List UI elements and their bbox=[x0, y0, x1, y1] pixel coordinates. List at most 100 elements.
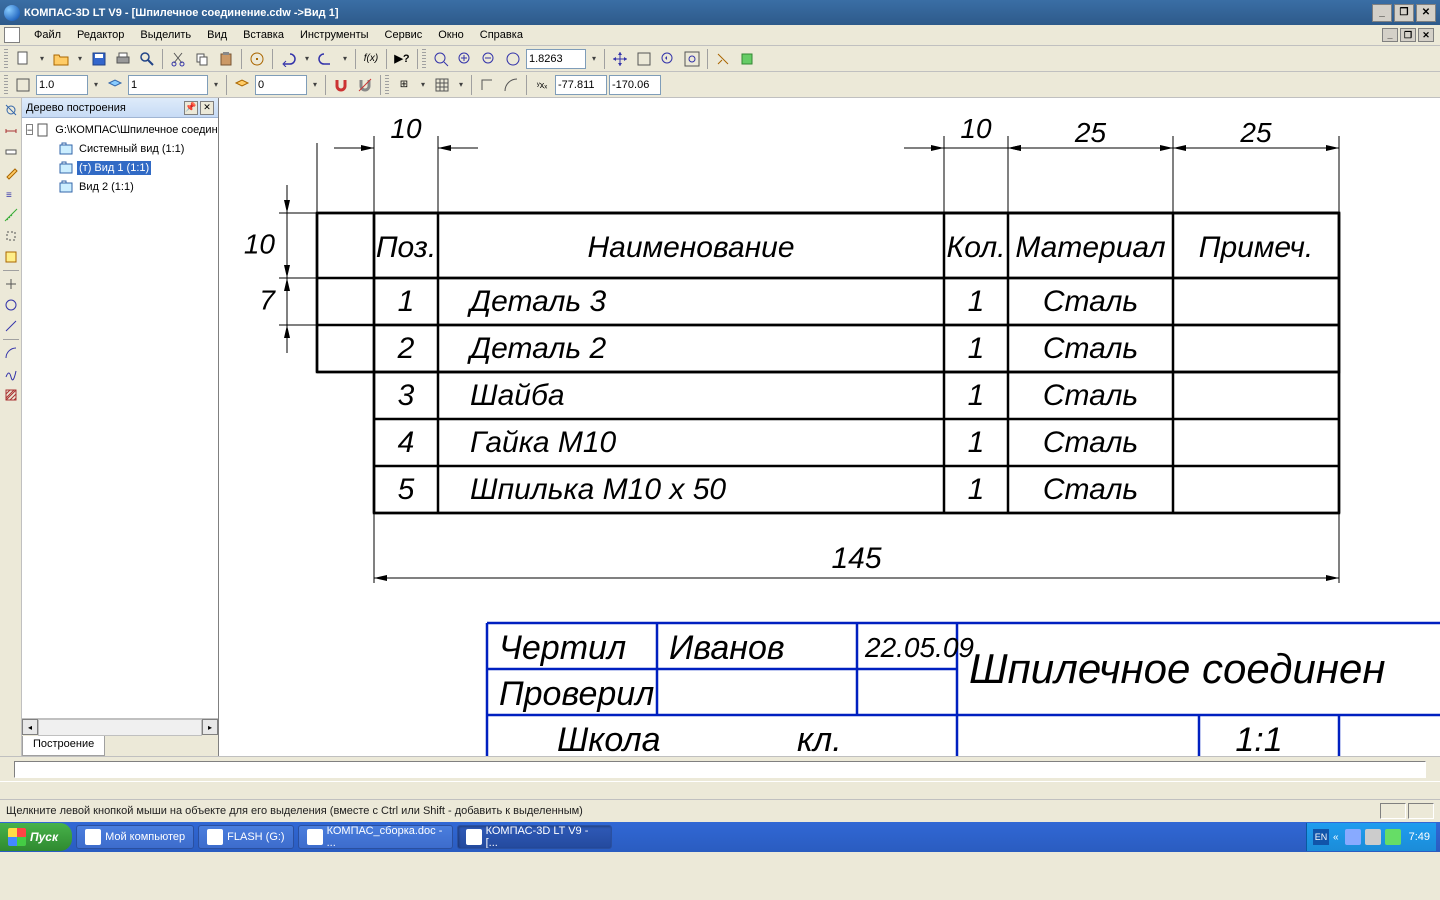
point-tool-icon[interactable] bbox=[1, 274, 21, 294]
doc-minimize-button[interactable]: _ bbox=[1382, 28, 1398, 42]
view-input[interactable] bbox=[128, 75, 208, 95]
menu-window[interactable]: Окно bbox=[430, 27, 472, 43]
scroll-right-button[interactable]: ▸ bbox=[202, 719, 218, 735]
restore-button[interactable]: ❐ bbox=[1394, 4, 1414, 22]
doc-restore-button[interactable]: ❐ bbox=[1400, 28, 1416, 42]
hatch-tool-icon[interactable] bbox=[1, 385, 21, 405]
doc-close-button[interactable]: ✕ bbox=[1418, 28, 1434, 42]
tree-tab-build[interactable]: Построение bbox=[22, 736, 105, 756]
circle-tool-icon[interactable] bbox=[1, 295, 21, 315]
magnet-on-button[interactable] bbox=[330, 74, 352, 96]
tree-view-node[interactable]: Системный вид (1:1) bbox=[24, 139, 216, 158]
zoom-scale-button[interactable] bbox=[502, 48, 524, 70]
grid-button[interactable] bbox=[431, 74, 453, 96]
zoom-window-button[interactable] bbox=[430, 48, 452, 70]
copy-button[interactable] bbox=[191, 48, 213, 70]
new-button[interactable] bbox=[12, 48, 34, 70]
menu-service[interactable]: Сервис bbox=[377, 27, 431, 43]
round-button[interactable] bbox=[500, 74, 522, 96]
snap-dropdown[interactable] bbox=[417, 74, 429, 96]
minimize-button[interactable]: _ bbox=[1372, 4, 1392, 22]
zoom-in-button[interactable] bbox=[454, 48, 476, 70]
undo-dropdown[interactable] bbox=[301, 48, 313, 70]
magnet-off-button[interactable] bbox=[354, 74, 376, 96]
view-dropdown[interactable] bbox=[210, 74, 222, 96]
fit-button[interactable] bbox=[633, 48, 655, 70]
toolbar-grip-icon[interactable] bbox=[4, 49, 8, 69]
cut-button[interactable] bbox=[167, 48, 189, 70]
open-button[interactable] bbox=[50, 48, 72, 70]
zoom-dropdown[interactable] bbox=[588, 48, 600, 70]
params-tool-icon[interactable]: ≡ bbox=[1, 184, 21, 204]
preview-button[interactable] bbox=[136, 48, 158, 70]
snap-button[interactable]: ⊞ bbox=[393, 74, 415, 96]
drawing-canvas[interactable]: 10102525107145Поз.НаименованиеКол.Матери… bbox=[219, 98, 1440, 756]
tree-collapse-icon[interactable]: − bbox=[26, 124, 33, 135]
document-system-icon[interactable] bbox=[4, 27, 20, 43]
grid-dropdown[interactable] bbox=[455, 74, 467, 96]
menu-tools[interactable]: Инструменты bbox=[292, 27, 377, 43]
tree-view-node[interactable]: Вид 2 (1:1) bbox=[24, 177, 216, 196]
zoom-out-button[interactable] bbox=[478, 48, 500, 70]
open-dropdown[interactable] bbox=[74, 48, 86, 70]
ortho-button[interactable] bbox=[476, 74, 498, 96]
menu-edit[interactable]: Редактор bbox=[69, 27, 132, 43]
menu-help[interactable]: Справка bbox=[472, 27, 531, 43]
start-button[interactable]: Пуск bbox=[0, 823, 72, 851]
pan-button[interactable] bbox=[609, 48, 631, 70]
menu-view[interactable]: Вид bbox=[199, 27, 235, 43]
help-button[interactable]: ▶? bbox=[391, 48, 413, 70]
toolbar-grip-icon[interactable] bbox=[385, 75, 389, 95]
clock[interactable]: 7:49 bbox=[1409, 831, 1430, 843]
taskbar-item[interactable]: КОМПАС_сборка.doc - ... bbox=[298, 825, 453, 849]
redraw-button[interactable] bbox=[712, 48, 734, 70]
scale-dropdown[interactable] bbox=[90, 74, 102, 96]
layer-btn-2[interactable] bbox=[231, 74, 253, 96]
toolbar-grip-icon[interactable] bbox=[4, 75, 8, 95]
redo-dropdown[interactable] bbox=[339, 48, 351, 70]
rebuild-button[interactable] bbox=[736, 48, 758, 70]
geometry-tool-icon[interactable] bbox=[1, 100, 21, 120]
menu-select[interactable]: Выделить bbox=[132, 27, 199, 43]
style-pick-button[interactable] bbox=[12, 74, 34, 96]
toolbar-grip-icon[interactable] bbox=[422, 49, 426, 69]
tree-root-node[interactable]: − G:\КОМПАС\Шпилечное соединен bbox=[24, 120, 216, 139]
scroll-track[interactable] bbox=[38, 719, 202, 736]
redo-button[interactable] bbox=[315, 48, 337, 70]
zoom-prev-button[interactable] bbox=[657, 48, 679, 70]
select-tool-icon[interactable] bbox=[1, 226, 21, 246]
properties-button[interactable] bbox=[246, 48, 268, 70]
notation-tool-icon[interactable] bbox=[1, 142, 21, 162]
scroll-left-button[interactable]: ◂ bbox=[22, 719, 38, 735]
arc-tool-icon[interactable] bbox=[1, 343, 21, 363]
layer-button[interactable] bbox=[104, 74, 126, 96]
print-button[interactable] bbox=[112, 48, 134, 70]
tray-icon[interactable] bbox=[1385, 829, 1401, 845]
layer-input[interactable] bbox=[255, 75, 307, 95]
menu-insert[interactable]: Вставка bbox=[235, 27, 292, 43]
message-input[interactable] bbox=[14, 761, 1426, 778]
close-button[interactable]: ✕ bbox=[1416, 4, 1436, 22]
taskbar-item[interactable]: Мой компьютер bbox=[76, 825, 194, 849]
zoom-input[interactable] bbox=[526, 49, 586, 69]
lang-indicator[interactable]: EN bbox=[1313, 829, 1329, 845]
scale-input[interactable] bbox=[36, 75, 88, 95]
taskbar-item[interactable]: FLASH (G:) bbox=[198, 825, 293, 849]
menu-file[interactable]: Файл bbox=[26, 27, 69, 43]
edit-tool-icon[interactable] bbox=[1, 163, 21, 183]
tree-horizontal-scrollbar[interactable]: ◂ ▸ bbox=[22, 718, 218, 736]
tray-expand-button[interactable]: « bbox=[1333, 832, 1339, 843]
tree-close-button[interactable]: ✕ bbox=[200, 101, 214, 115]
undo-button[interactable] bbox=[277, 48, 299, 70]
coord-y-input[interactable] bbox=[609, 75, 661, 95]
variables-button[interactable]: f(x) bbox=[360, 48, 382, 70]
coord-x-input[interactable] bbox=[555, 75, 607, 95]
tray-icon[interactable] bbox=[1345, 829, 1361, 845]
tray-icon[interactable] bbox=[1365, 829, 1381, 845]
measure-tool-icon[interactable] bbox=[1, 205, 21, 225]
save-button[interactable] bbox=[88, 48, 110, 70]
paste-button[interactable] bbox=[215, 48, 237, 70]
zoom-all-button[interactable] bbox=[681, 48, 703, 70]
dimensions-tool-icon[interactable] bbox=[1, 121, 21, 141]
spline-tool-icon[interactable] bbox=[1, 364, 21, 384]
